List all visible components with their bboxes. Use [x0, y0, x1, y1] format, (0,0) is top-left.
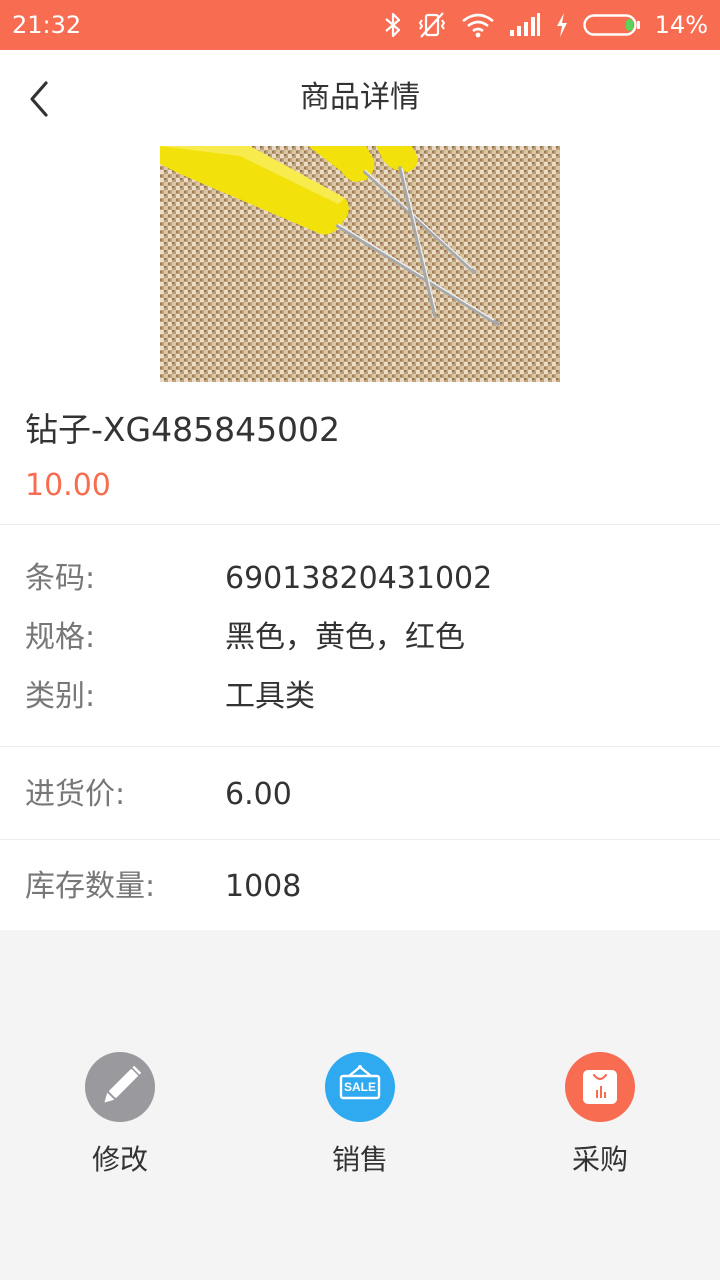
charging-icon [555, 12, 569, 38]
product-name: 钻子-XG485845002 [25, 410, 341, 449]
purchase-price-section: 进货价: 6.00 [0, 747, 720, 839]
category-row: 类别: 工具类 [0, 675, 720, 719]
spec-row: 规格: 黑色，黄色，红色 [0, 616, 720, 660]
barcode-row: 条码: 69013820431002 [0, 557, 720, 601]
action-bar: 修改 SALE 销售 采购 [0, 1040, 720, 1190]
edit-label: 修改 [91, 1143, 148, 1176]
barcode-label: 条码: [25, 561, 96, 596]
sale-icon-text: SALE [343, 1080, 376, 1094]
status-bar: 21:32 14% [0, 0, 720, 50]
header: 商品详情 [0, 50, 720, 146]
spec-label: 规格: [25, 620, 96, 655]
vibrate-off-icon [417, 11, 447, 39]
product-attributes: 条码: 69013820431002 规格: 黑色，黄色，红色 类别: 工具类 [0, 525, 720, 746]
purchase-price-row: 进货价: 6.00 [0, 773, 720, 817]
purchase-label: 采购 [571, 1143, 628, 1176]
sale-label: 销售 [331, 1143, 388, 1176]
battery-percent: 14% [654, 11, 708, 39]
bluetooth-icon [383, 11, 403, 39]
stock-section: 库存数量: 1008 [0, 840, 720, 930]
product-card: 钻子-XG485845002 10.00 [0, 146, 720, 524]
stock-value: 1008 [225, 869, 302, 904]
signal-icon [509, 12, 541, 38]
purchase-price-value: 6.00 [225, 777, 292, 812]
status-time: 21:32 [12, 11, 82, 39]
product-image [160, 146, 560, 382]
stock-row: 库存数量: 1008 [0, 865, 720, 909]
edit-button[interactable]: 修改 [40, 1040, 200, 1190]
shopping-bag-icon [565, 1052, 635, 1122]
pencil-icon [85, 1052, 155, 1122]
page-title: 商品详情 [300, 80, 420, 115]
category-label: 类别: [25, 679, 96, 714]
purchase-button[interactable]: 采购 [520, 1040, 680, 1190]
purchase-price-label: 进货价: [25, 777, 126, 812]
sale-sign-icon: SALE [325, 1052, 395, 1122]
battery-icon [582, 12, 641, 38]
spec-value: 黑色，黄色，红色 [225, 620, 465, 655]
category-value: 工具类 [225, 679, 315, 714]
product-price: 10.00 [25, 468, 111, 503]
sale-button[interactable]: SALE 销售 [280, 1040, 440, 1190]
status-icons: 14% [383, 8, 708, 42]
wifi-icon [461, 12, 495, 38]
stock-label: 库存数量: [25, 869, 156, 904]
barcode-value: 69013820431002 [225, 561, 493, 596]
